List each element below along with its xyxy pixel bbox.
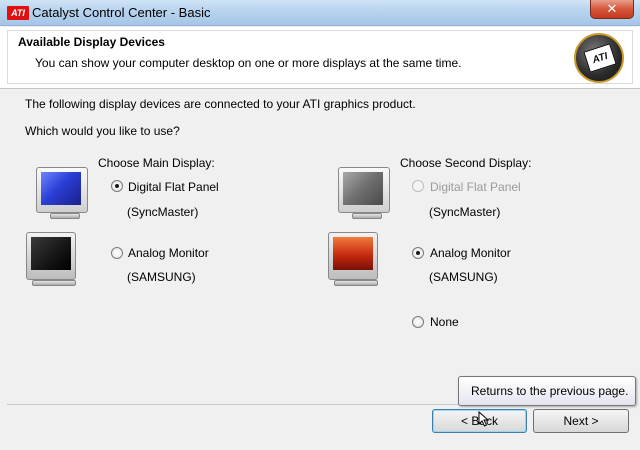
second-analog-monitor-label[interactable]: Analog Monitor xyxy=(430,246,511,260)
main-analog-monitor-label[interactable]: Analog Monitor xyxy=(128,246,209,260)
second-analog-monitor-sub: (SAMSUNG) xyxy=(429,270,498,284)
second-digital-flat-panel-radio[interactable] xyxy=(412,180,424,192)
header-panel: Available Display Devices You can show y… xyxy=(0,27,640,89)
window-title: Catalyst Control Center - Basic xyxy=(32,5,211,20)
title-bar[interactable]: ATI Catalyst Control Center - Basic ✕ xyxy=(0,0,640,26)
second-digital-flat-panel-sub: (SyncMaster) xyxy=(429,205,501,219)
flat-panel-monitor-disabled-icon xyxy=(338,167,396,223)
second-digital-flat-panel-label[interactable]: Digital Flat Panel xyxy=(430,180,521,194)
next-button[interactable]: Next > xyxy=(533,409,629,433)
flat-panel-monitor-icon xyxy=(36,167,94,223)
page-subtitle: You can show your computer desktop on on… xyxy=(35,56,462,70)
second-none-label[interactable]: None xyxy=(430,315,459,329)
ati-logo-icon: ATI xyxy=(7,6,29,20)
ati-badge-text: ATI xyxy=(583,43,617,73)
back-button-tooltip: Returns to the previous page. xyxy=(458,376,636,406)
main-digital-flat-panel-label[interactable]: Digital Flat Panel xyxy=(128,180,219,194)
intro-text: The following display devices are connec… xyxy=(25,97,416,111)
second-analog-monitor-radio[interactable] xyxy=(412,247,424,259)
main-digital-flat-panel-radio[interactable] xyxy=(111,180,123,192)
main-analog-monitor-sub: (SAMSUNG) xyxy=(127,270,196,284)
crt-monitor-selected-icon xyxy=(328,232,386,288)
main-analog-monitor-radio[interactable] xyxy=(111,247,123,259)
second-none-radio[interactable] xyxy=(412,316,424,328)
second-display-heading: Choose Second Display: xyxy=(400,156,532,170)
close-button[interactable]: ✕ xyxy=(590,0,634,19)
crt-monitor-icon xyxy=(26,232,84,288)
main-display-heading: Choose Main Display: xyxy=(98,156,215,170)
ati-badge-icon: ATI xyxy=(574,33,624,83)
question-text: Which would you like to use? xyxy=(25,124,180,138)
main-digital-flat-panel-sub: (SyncMaster) xyxy=(127,205,199,219)
page-title: Available Display Devices xyxy=(18,35,165,49)
mouse-cursor-icon xyxy=(478,411,490,427)
